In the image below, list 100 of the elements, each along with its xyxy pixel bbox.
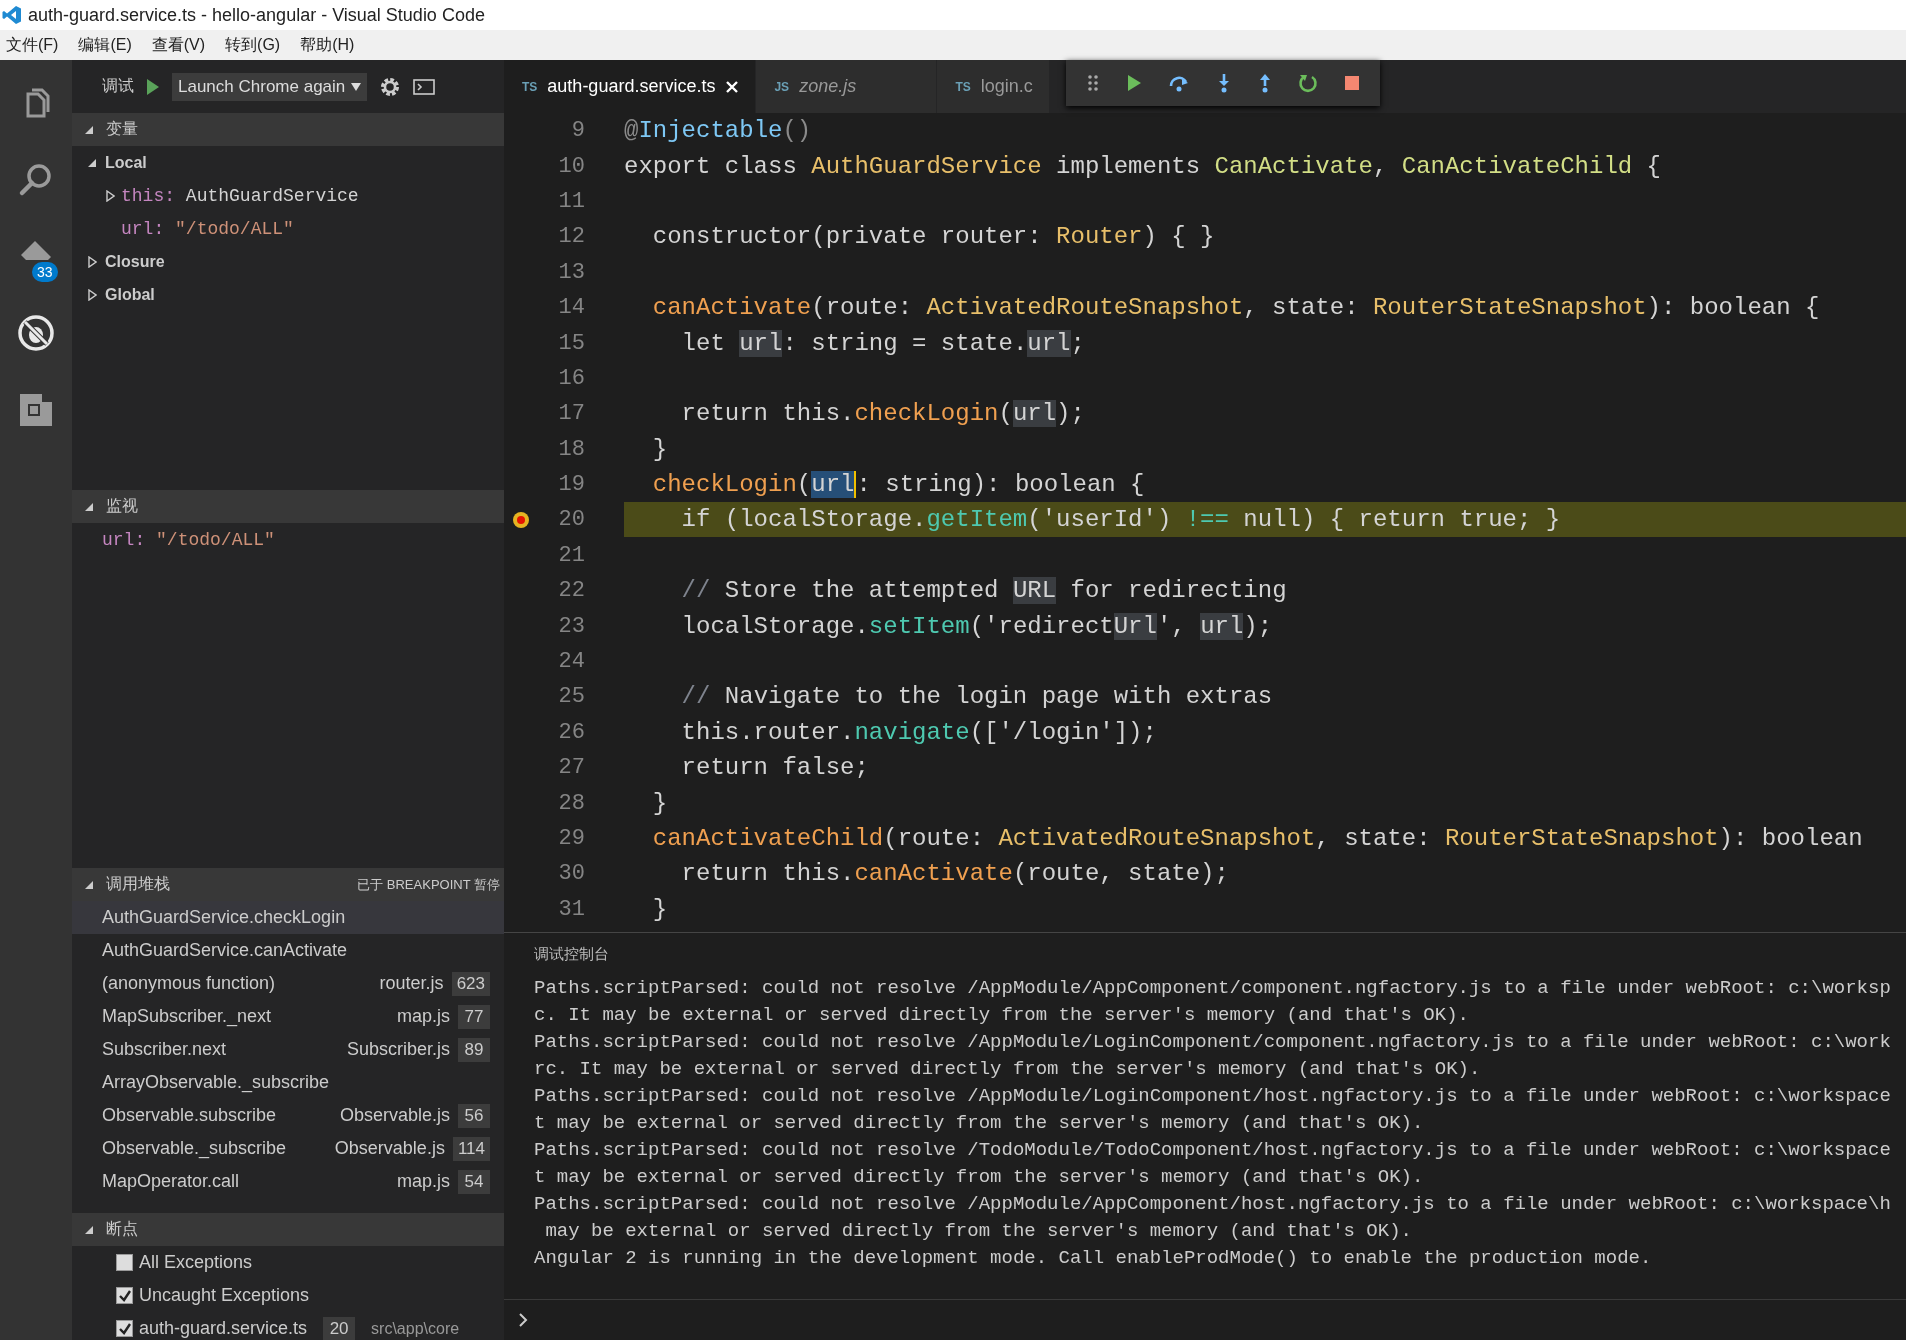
- code-line: }: [651, 894, 669, 925]
- expanded-arrow-icon[interactable]: [84, 879, 94, 890]
- line-number: 15: [557, 330, 585, 356]
- section-header[interactable]: 断点: [72, 1213, 504, 1246]
- frame-name: (anonymous function): [102, 973, 276, 994]
- close-icon[interactable]: [725, 79, 740, 94]
- window-title: auth-guard.service.ts - hello-angular - Visual Studio Code: [28, 4, 485, 26]
- frame-file: map.js: [397, 1171, 450, 1192]
- code-line: localStorage.setItem('redirectUrl', url);: [680, 611, 1274, 642]
- line-number: 31: [557, 896, 585, 922]
- code-line: @Injectable(): [624, 116, 813, 147]
- checkbox[interactable]: [116, 1287, 133, 1304]
- collapsed-arrow-icon[interactable]: [106, 189, 115, 202]
- stack-frame[interactable]: AuthGuardService.checkLogin: [72, 901, 504, 934]
- search-icon[interactable]: [18, 162, 54, 198]
- code-line: this.router.navigate(['/login']);: [680, 717, 1158, 748]
- variable-entry[interactable]: this: AuthGuardService: [121, 185, 359, 206]
- scope-label[interactable]: Closure: [105, 252, 165, 271]
- watch-expression[interactable]: url: "/todo/ALL": [102, 529, 275, 550]
- notification-badge: 33: [32, 262, 58, 282]
- line-number: 23: [557, 613, 585, 639]
- prompt-chevron-icon[interactable]: [518, 1312, 528, 1328]
- frame-file: Observable.js: [334, 1138, 445, 1159]
- editor-tab[interactable]: TS login.c: [937, 60, 1050, 113]
- line-number: 21: [557, 542, 585, 568]
- line-number: 22: [557, 578, 585, 604]
- line-number: 12: [557, 224, 585, 250]
- console-output-line: t may be external or served directly from the server's memory (and that's OK).: [534, 1165, 1425, 1190]
- step-out-icon[interactable]: [1257, 73, 1272, 93]
- section-header[interactable]: 变量: [72, 113, 504, 146]
- code-line: checkLogin(url: string): boolean {: [651, 470, 1146, 501]
- line-number-badge: 89: [458, 1037, 490, 1062]
- scope-label[interactable]: Global: [105, 285, 155, 304]
- line-number: 17: [557, 401, 585, 427]
- drag-handle-icon[interactable]: [1087, 74, 1100, 92]
- checkbox[interactable]: [116, 1254, 133, 1271]
- stack-frame[interactable]: Observable._subscribe Observable.js 114: [72, 1132, 504, 1165]
- extensions-icon[interactable]: [18, 392, 54, 428]
- code-line: return this.canActivate(route, state);: [680, 859, 1230, 890]
- line-number: 20: [557, 507, 585, 533]
- vscode-logo-icon: [2, 5, 22, 25]
- section-header[interactable]: 监视: [72, 490, 504, 523]
- frame-file: router.js: [379, 973, 444, 994]
- stack-frame[interactable]: Subscriber.next Subscriber.js 89: [72, 1033, 504, 1066]
- section-header[interactable]: 调用堆栈 已于 BREAKPOINT 暂停: [72, 868, 504, 901]
- checkbox[interactable]: [116, 1320, 133, 1337]
- breakpoint-label: auth-guard.service.ts: [139, 1318, 308, 1339]
- collapsed-arrow-icon[interactable]: [88, 288, 97, 301]
- frame-name: Observable._subscribe: [102, 1138, 287, 1159]
- menu-item[interactable]: 文件(F): [6, 34, 59, 56]
- console-output-line: c. It may be external or served directly from the server's memory (and that's OK).: [534, 1003, 1470, 1028]
- configuration-dropdown[interactable]: Launch Chrome again: [172, 72, 368, 101]
- line-number: 18: [557, 436, 585, 462]
- stack-frame[interactable]: MapOperator.call map.js 54: [72, 1165, 504, 1198]
- line-number: 27: [557, 755, 585, 781]
- menu-item[interactable]: 查看(V): [151, 34, 206, 56]
- code-line: let url: string = state.url;: [680, 328, 1086, 359]
- breakpoint-icon[interactable]: [512, 511, 532, 529]
- stack-frame[interactable]: MapSubscriber._next map.js 77: [72, 1000, 504, 1033]
- panel-title[interactable]: 调试控制台: [534, 944, 609, 964]
- expanded-arrow-icon[interactable]: [84, 124, 94, 135]
- file-path: src\app\core: [371, 1319, 460, 1338]
- scope-label[interactable]: Local: [105, 153, 147, 172]
- continue-icon[interactable]: [1125, 74, 1142, 92]
- menu-item[interactable]: 帮助(H): [300, 34, 355, 56]
- code-line: constructor(private router: Router) { }: [651, 222, 1216, 253]
- editor-tab[interactable]: TS auth-guard.service.ts: [504, 60, 757, 113]
- stack-frame[interactable]: Observable.subscribe Observable.js 56: [72, 1099, 504, 1132]
- stack-frame[interactable]: AuthGuardService.canActivate: [72, 934, 504, 967]
- expanded-arrow-icon[interactable]: [84, 1224, 94, 1235]
- restart-icon[interactable]: [1298, 73, 1319, 93]
- line-number: 24: [557, 649, 585, 675]
- frame-name: AuthGuardService.canActivate: [102, 940, 348, 961]
- settings-icon[interactable]: [379, 75, 402, 98]
- menu-item[interactable]: 转到(G): [225, 34, 281, 56]
- frame-name: Subscriber.next: [102, 1039, 227, 1060]
- start-debug-icon[interactable]: [146, 77, 160, 96]
- console-output-line: may be external or served directly from the server's memory (and that's OK).: [544, 1219, 1413, 1244]
- no-bug-icon[interactable]: [17, 314, 55, 352]
- stop-icon[interactable]: [1344, 76, 1359, 90]
- debug-label: 调试: [102, 76, 134, 96]
- menu-item[interactable]: 编辑(E): [78, 34, 132, 56]
- tab-label: login.c: [980, 76, 1033, 97]
- stack-frame[interactable]: (anonymous function) router.js 623: [72, 967, 504, 1000]
- line-number: 14: [557, 295, 585, 321]
- file-type-label: JS: [774, 79, 790, 94]
- console-output-line: Paths.scriptParsed: could not resolve /AppModule/LoginComponent/component.ngfactory.js to a file under webRoot: c:\work: [534, 1030, 1892, 1055]
- console-icon[interactable]: [413, 78, 436, 95]
- line-number: 30: [557, 861, 585, 887]
- caret-icon[interactable]: [351, 82, 362, 91]
- collapsed-arrow-icon[interactable]: [88, 255, 97, 268]
- editor-tab[interactable]: JS zone.js: [756, 60, 938, 113]
- stack-frame[interactable]: ArrayObservable._subscribe: [72, 1066, 504, 1099]
- frame-name: MapSubscriber._next: [102, 1006, 272, 1027]
- console-output-line: Paths.scriptParsed: could not resolve /TodoModule/TodoComponent/host.ngfactory.js to a file under webRoot: c:\workspace: [534, 1138, 1892, 1163]
- expanded-arrow-icon[interactable]: [84, 501, 94, 512]
- variable-entry[interactable]: url: "/todo/ALL": [121, 218, 294, 239]
- code-line: // Store the attempted URL for redirecting: [680, 576, 1288, 607]
- line-number-badge: 56: [458, 1103, 490, 1128]
- frame-name: Observable.subscribe: [102, 1105, 277, 1126]
